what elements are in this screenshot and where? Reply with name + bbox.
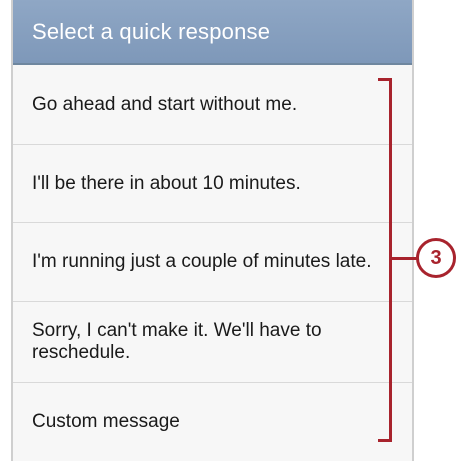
callout-connector-line bbox=[392, 257, 417, 260]
callout-number-badge: 3 bbox=[416, 238, 456, 278]
screenshot-stage: Select a quick response Go ahead and sta… bbox=[0, 0, 475, 461]
response-option-reschedule[interactable]: Sorry, I can't make it. We'll have to re… bbox=[13, 302, 412, 383]
response-option-running-late[interactable]: I'm running just a couple of minutes lat… bbox=[13, 223, 412, 302]
dialog-title: Select a quick response bbox=[32, 18, 271, 44]
response-option-start-without-me[interactable]: Go ahead and start without me. bbox=[13, 65, 412, 145]
quick-response-list: Go ahead and start without me. I'll be t… bbox=[13, 65, 412, 461]
response-option-custom-message[interactable]: Custom message bbox=[13, 383, 412, 461]
callout-bracket bbox=[378, 78, 392, 442]
response-option-ten-minutes[interactable]: I'll be there in about 10 minutes. bbox=[13, 145, 412, 223]
quick-response-dialog: Select a quick response Go ahead and sta… bbox=[11, 0, 414, 461]
dialog-header: Select a quick response bbox=[13, 0, 412, 65]
